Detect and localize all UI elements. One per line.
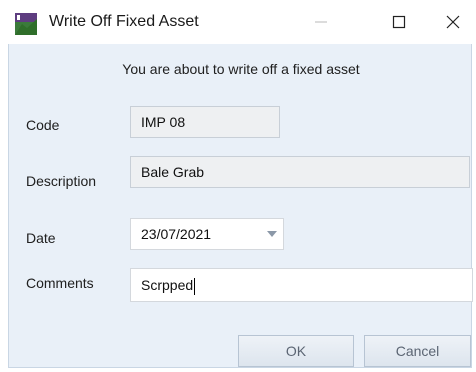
- cancel-button[interactable]: Cancel: [364, 335, 471, 367]
- close-button[interactable]: [430, 0, 476, 44]
- write-off-notice: You are about to write off a fixed asset: [122, 61, 360, 77]
- fixed-asset-app-icon: [15, 13, 37, 35]
- description-field: Bale Grab: [130, 156, 470, 188]
- date-label: Date: [26, 230, 56, 246]
- dialog-body: You are about to write off a fixed asset…: [8, 44, 473, 368]
- maximize-icon: [392, 15, 406, 29]
- title-bar[interactable]: Write Off Fixed Asset: [0, 0, 476, 44]
- code-field: IMP 08: [130, 106, 280, 138]
- maximize-button[interactable]: [376, 0, 422, 44]
- comments-input[interactable]: Scrpped: [130, 268, 473, 302]
- close-icon: [446, 15, 460, 29]
- minimize-button[interactable]: [298, 0, 344, 44]
- comments-label: Comments: [26, 275, 94, 291]
- description-label: Description: [26, 173, 97, 189]
- text-cursor: [194, 277, 196, 295]
- minimize-icon: [315, 21, 327, 23]
- window-title: Write Off Fixed Asset: [49, 13, 199, 30]
- comments-value[interactable]: Scrpped: [141, 277, 193, 293]
- date-picker[interactable]: 23/07/2021: [130, 218, 284, 250]
- code-label: Code: [26, 117, 60, 133]
- ok-button[interactable]: OK: [238, 335, 354, 367]
- write-off-dialog-window: Write Off Fixed Asset You are about to w…: [0, 0, 476, 372]
- date-value[interactable]: 23/07/2021: [141, 226, 211, 242]
- chevron-down-icon[interactable]: [267, 231, 277, 237]
